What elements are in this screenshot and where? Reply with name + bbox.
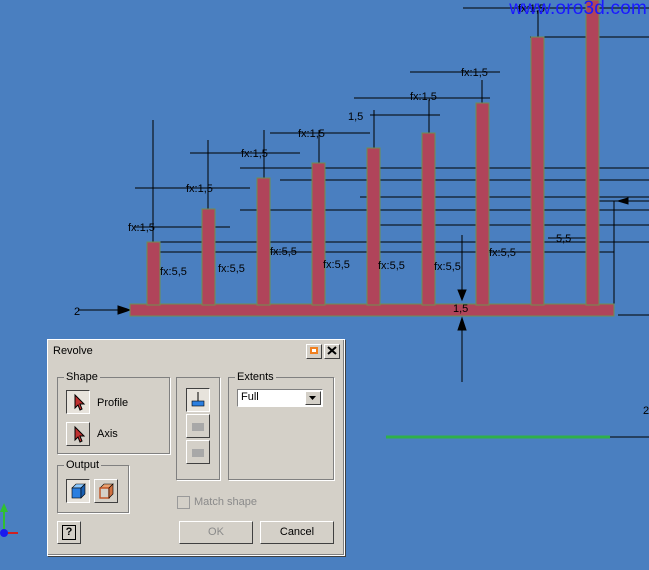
profile-select-button[interactable]	[66, 390, 90, 414]
match-shape-label: Match shape	[194, 496, 257, 508]
dim-fx-1-5: fx:1,5	[298, 128, 325, 140]
sketch-profile[interactable]	[129, 0, 615, 317]
dim-fx-5-5: fx:5,5	[270, 246, 297, 258]
dimension-lines	[78, 0, 649, 382]
cancel-label: Cancel	[279, 526, 315, 538]
watermark-text: www.oro3d.com	[509, 0, 647, 19]
cancel-button[interactable]: Cancel	[260, 521, 334, 544]
chevron-down-icon	[309, 396, 316, 400]
shape-group: Shape Profile Axis	[57, 371, 170, 454]
dim-edge-2: 2	[643, 405, 649, 417]
direction-button-1[interactable]	[186, 388, 210, 412]
dim-fx-1-5: fx:1,5	[461, 67, 488, 79]
dim-fx-5-5: fx:5,5	[160, 266, 187, 278]
dropdown-arrow[interactable]	[305, 391, 321, 405]
dim-fx-5-5: fx:5,5	[378, 260, 405, 272]
direction-group	[176, 377, 220, 480]
surface-output-button[interactable]	[94, 479, 118, 503]
dim-fx-1-5: fx:1,5	[241, 148, 268, 160]
direction-icon	[191, 392, 205, 407]
dialog-close-button[interactable]	[324, 344, 340, 359]
pin-icon	[310, 347, 318, 354]
extents-legend: Extents	[235, 371, 276, 383]
dim-fx-5-5: fx:5,5	[489, 247, 516, 259]
axis-label: Axis	[97, 428, 118, 440]
shape-legend: Shape	[64, 371, 100, 383]
surface-output-icon	[99, 483, 114, 499]
dim-fx-5-5: fx:5,5	[323, 259, 350, 271]
dim-fx-1-5: fx:1,5	[128, 222, 155, 234]
dim-fx-5-5: fx:5,5	[218, 263, 245, 275]
select-arrow-icon	[74, 393, 86, 411]
extents-select[interactable]: Full	[237, 389, 323, 407]
dim-5-5: 5,5	[556, 233, 571, 245]
direction-icon	[192, 449, 204, 457]
revolve-dialog: Revolve Shape Profile Axis Output Extent…	[47, 339, 345, 556]
profile-label: Profile	[97, 397, 129, 409]
direction-button-3	[186, 440, 210, 464]
dialog-title: Revolve	[53, 345, 93, 357]
coordinate-triad	[0, 503, 18, 537]
dim-2: 2	[74, 306, 80, 318]
dialog-pin-button[interactable]	[306, 344, 322, 359]
dim-fx-5-5: fx:5,5	[434, 261, 461, 273]
dim-1-5: 1,5	[453, 303, 468, 315]
dim-fx-1-5: fx:1,5	[410, 91, 437, 103]
help-icon: ?	[62, 525, 76, 540]
extents-value: Full	[241, 391, 259, 403]
direction-button-2	[186, 414, 210, 438]
direction-icon	[192, 423, 204, 431]
extents-group: Extents Full	[228, 371, 334, 480]
select-arrow-icon	[74, 425, 86, 443]
ok-label: OK	[208, 526, 224, 538]
close-icon	[327, 346, 337, 355]
output-legend: Output	[64, 459, 102, 471]
ok-button: OK	[179, 521, 253, 544]
dim-1-5: 1,5	[348, 111, 363, 123]
dim-fx-1-5: fx:1,5	[186, 183, 213, 195]
dialog-titlebar[interactable]: Revolve	[50, 342, 342, 360]
output-group: Output	[57, 459, 129, 513]
help-button[interactable]: ?	[57, 521, 81, 544]
match-shape-checkbox	[177, 496, 190, 509]
axis-select-button[interactable]	[66, 422, 90, 446]
solid-output-button[interactable]	[66, 479, 90, 503]
solid-output-icon	[71, 483, 86, 499]
